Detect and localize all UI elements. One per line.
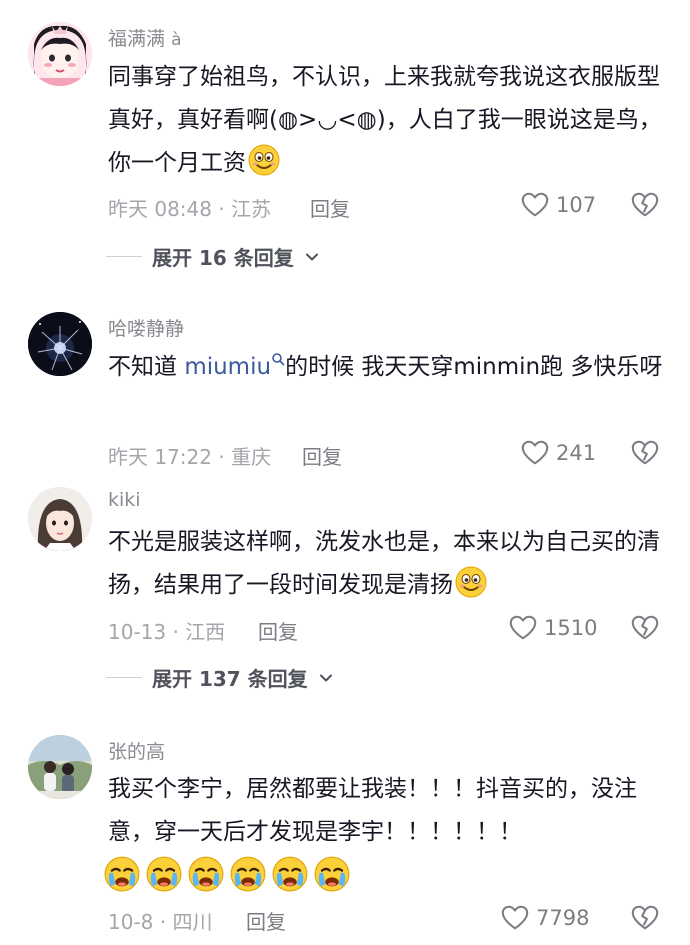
- smiling-face-emoji: [455, 566, 487, 598]
- comment-text: 同事穿了始祖鸟，不认识，上来我就夸我说这衣服版型真好，真好看啊(◍>◡<◍)，人…: [108, 64, 662, 176]
- broken-heart-icon[interactable]: [630, 438, 660, 468]
- comment-text: 不知道 miumiu 的时候 我天天穿minmin跑 多快乐呀: [108, 352, 663, 380]
- comment-username[interactable]: 哈喽静静: [108, 314, 184, 341]
- comment-username[interactable]: kiki: [108, 489, 141, 511]
- comment-username[interactable]: 张的高: [108, 737, 165, 764]
- crying-face-emoji: [104, 856, 140, 892]
- divider: [106, 677, 142, 678]
- like-button[interactable]: 1510: [508, 613, 597, 643]
- reply-button[interactable]: 回复: [258, 616, 298, 645]
- comment-item: kiki 不光是服装这样啊，洗发水也是，本来以为自己买的清扬，结果用了一段时间发…: [0, 465, 690, 715]
- comment-time-location: 昨天 08:48 · 江苏: [108, 197, 272, 221]
- search-icon[interactable]: [271, 352, 285, 366]
- comment-time-location: 10-13 · 江西: [108, 620, 226, 644]
- like-button[interactable]: 7798: [500, 903, 589, 933]
- comment-text: 不光是服装这样啊，洗发水也是，本来以为自己买的清扬，结果用了一段时间发现是清扬: [108, 529, 660, 598]
- comment-item: 福满满 à 同事穿了始祖鸟，不认识，上来我就夸我说这衣服版型真好，真好看啊(◍>…: [0, 0, 690, 290]
- like-count: 241: [556, 441, 597, 465]
- crying-face-emoji: [314, 856, 350, 892]
- broken-heart-icon[interactable]: [630, 613, 660, 643]
- broken-heart-icon[interactable]: [630, 903, 660, 933]
- comment-item: 张的高 我买个李宁，居然都要让我装！！！抖音买的，没注意，穿一天后才发现是李宇！…: [0, 715, 690, 945]
- heart-outline-icon: [520, 438, 550, 468]
- expand-replies-button[interactable]: 展开 137 条回复: [106, 663, 334, 692]
- heart-outline-icon: [520, 190, 550, 220]
- smiling-face-emoji: [248, 144, 280, 176]
- avatar[interactable]: [28, 735, 92, 799]
- chevron-down-icon: [304, 249, 320, 265]
- divider: [106, 256, 142, 257]
- username-suffix: à: [171, 30, 182, 50]
- crying-face-emoji: [188, 856, 224, 892]
- broken-heart-icon[interactable]: [630, 190, 660, 220]
- expand-replies-button[interactable]: 展开 16 条回复: [106, 242, 320, 271]
- chevron-down-icon: [318, 670, 334, 686]
- heart-outline-icon: [500, 903, 530, 933]
- reply-button[interactable]: 回复: [310, 193, 350, 222]
- like-count: 7798: [536, 906, 590, 930]
- comment-item: 哈喽静静 不知道 miumiu 的时候 我天天穿minmin跑 多快乐呀 昨天 1…: [0, 290, 690, 480]
- comment-time-location: 10-8 · 四川: [108, 910, 213, 934]
- like-count: 107: [556, 193, 597, 217]
- emoji-row: [104, 856, 350, 892]
- heart-outline-icon: [508, 613, 538, 643]
- crying-face-emoji: [146, 856, 182, 892]
- like-button[interactable]: 241: [520, 438, 596, 468]
- crying-face-emoji: [230, 856, 266, 892]
- comment-username[interactable]: 福满满 à: [108, 24, 181, 51]
- crying-face-emoji: [272, 856, 308, 892]
- comment-text: 我买个李宁，居然都要让我装！！！抖音买的，没注意，穿一天后才发现是李宇！！！！！…: [108, 776, 637, 845]
- like-count: 1510: [544, 616, 598, 640]
- avatar[interactable]: [28, 22, 92, 86]
- like-button[interactable]: 107: [520, 190, 596, 220]
- avatar[interactable]: [28, 487, 92, 551]
- reply-button[interactable]: 回复: [246, 906, 286, 935]
- search-link[interactable]: miumiu: [184, 354, 271, 380]
- avatar[interactable]: [28, 312, 92, 376]
